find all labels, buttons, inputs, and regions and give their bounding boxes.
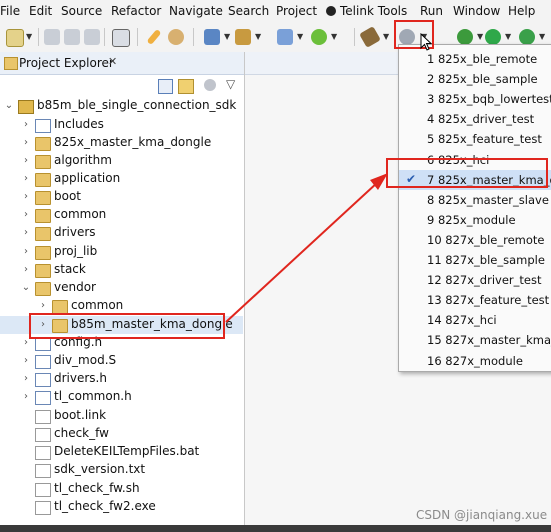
red-arrow-annotation — [225, 173, 388, 323]
watermark: CSDN @jianqiang.xue — [416, 508, 548, 522]
status-strip — [0, 525, 551, 532]
